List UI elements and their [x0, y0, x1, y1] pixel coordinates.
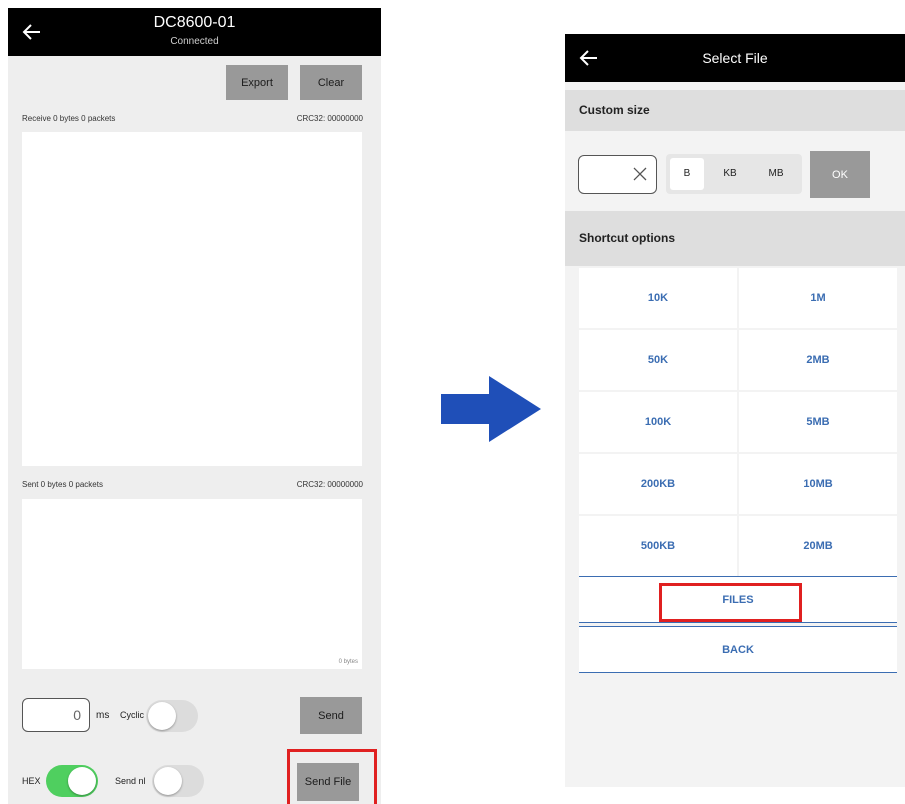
shortcut-option[interactable]: 5MB [739, 392, 897, 452]
shortcut-options-heading: Shortcut options [565, 211, 905, 266]
interval-input[interactable]: 0 [22, 698, 90, 732]
shortcut-option[interactable]: 500KB [579, 516, 737, 576]
byte-counter: 0 bytes [338, 659, 358, 665]
cyclic-toggle[interactable] [146, 700, 198, 732]
close-icon[interactable] [632, 166, 648, 182]
right-arrow-icon [441, 376, 541, 442]
unit-option-mb[interactable]: MB [756, 158, 796, 190]
app-header: DC8600-01 Connected [8, 8, 381, 56]
serial-terminal-screen: DC8600-01 Connected Export Clear Receive… [8, 8, 381, 804]
unit-option-kb[interactable]: KB [710, 158, 750, 190]
send-button[interactable]: Send [300, 697, 362, 734]
unit-selector: B KB MB [666, 154, 802, 194]
send-newline-toggle[interactable] [152, 765, 204, 797]
send-text-area[interactable]: 0 bytes [22, 499, 362, 669]
highlight-box [659, 583, 802, 622]
hex-label: HEX [22, 776, 41, 786]
shortcut-option[interactable]: 200KB [579, 454, 737, 514]
ok-button[interactable]: OK [810, 151, 870, 198]
cyclic-label: Cyclic [120, 710, 144, 720]
shortcut-option[interactable]: 50K [579, 330, 737, 390]
shortcut-option[interactable]: 100K [579, 392, 737, 452]
interval-unit: ms [96, 710, 110, 721]
shortcut-option[interactable]: 2MB [739, 330, 897, 390]
toggle-knob [154, 767, 182, 795]
clear-button[interactable]: Clear [300, 65, 362, 100]
toggle-knob [68, 767, 96, 795]
hex-toggle[interactable] [46, 765, 98, 797]
shortcut-option[interactable]: 20MB [739, 516, 897, 576]
shortcut-option[interactable]: 1M [739, 268, 897, 328]
select-file-screen: Select File Custom size B KB MB OK Short… [565, 34, 905, 787]
back-button[interactable]: BACK [579, 626, 897, 673]
sent-stats: Sent 0 bytes 0 packets [22, 480, 103, 489]
export-button[interactable]: Export [226, 65, 288, 100]
receive-log[interactable] [22, 132, 362, 466]
unit-option-b[interactable]: B [670, 158, 704, 190]
sent-crc: CRC32: 00000000 [296, 480, 363, 489]
app-header: Select File [565, 34, 905, 82]
highlight-box [287, 749, 377, 804]
shortcut-option[interactable]: 10MB [739, 454, 897, 514]
receive-crc: CRC32: 00000000 [296, 114, 363, 123]
connection-status: Connected [170, 36, 219, 47]
receive-stats: Receive 0 bytes 0 packets [22, 114, 116, 123]
toggle-knob [148, 702, 176, 730]
shortcut-option[interactable]: 10K [579, 268, 737, 328]
custom-size-input[interactable] [578, 155, 657, 194]
custom-size-heading: Custom size [565, 90, 905, 131]
device-title: DC8600-01 [153, 14, 236, 31]
send-newline-label: Send nl [115, 776, 146, 786]
page-title: Select File [702, 50, 768, 66]
